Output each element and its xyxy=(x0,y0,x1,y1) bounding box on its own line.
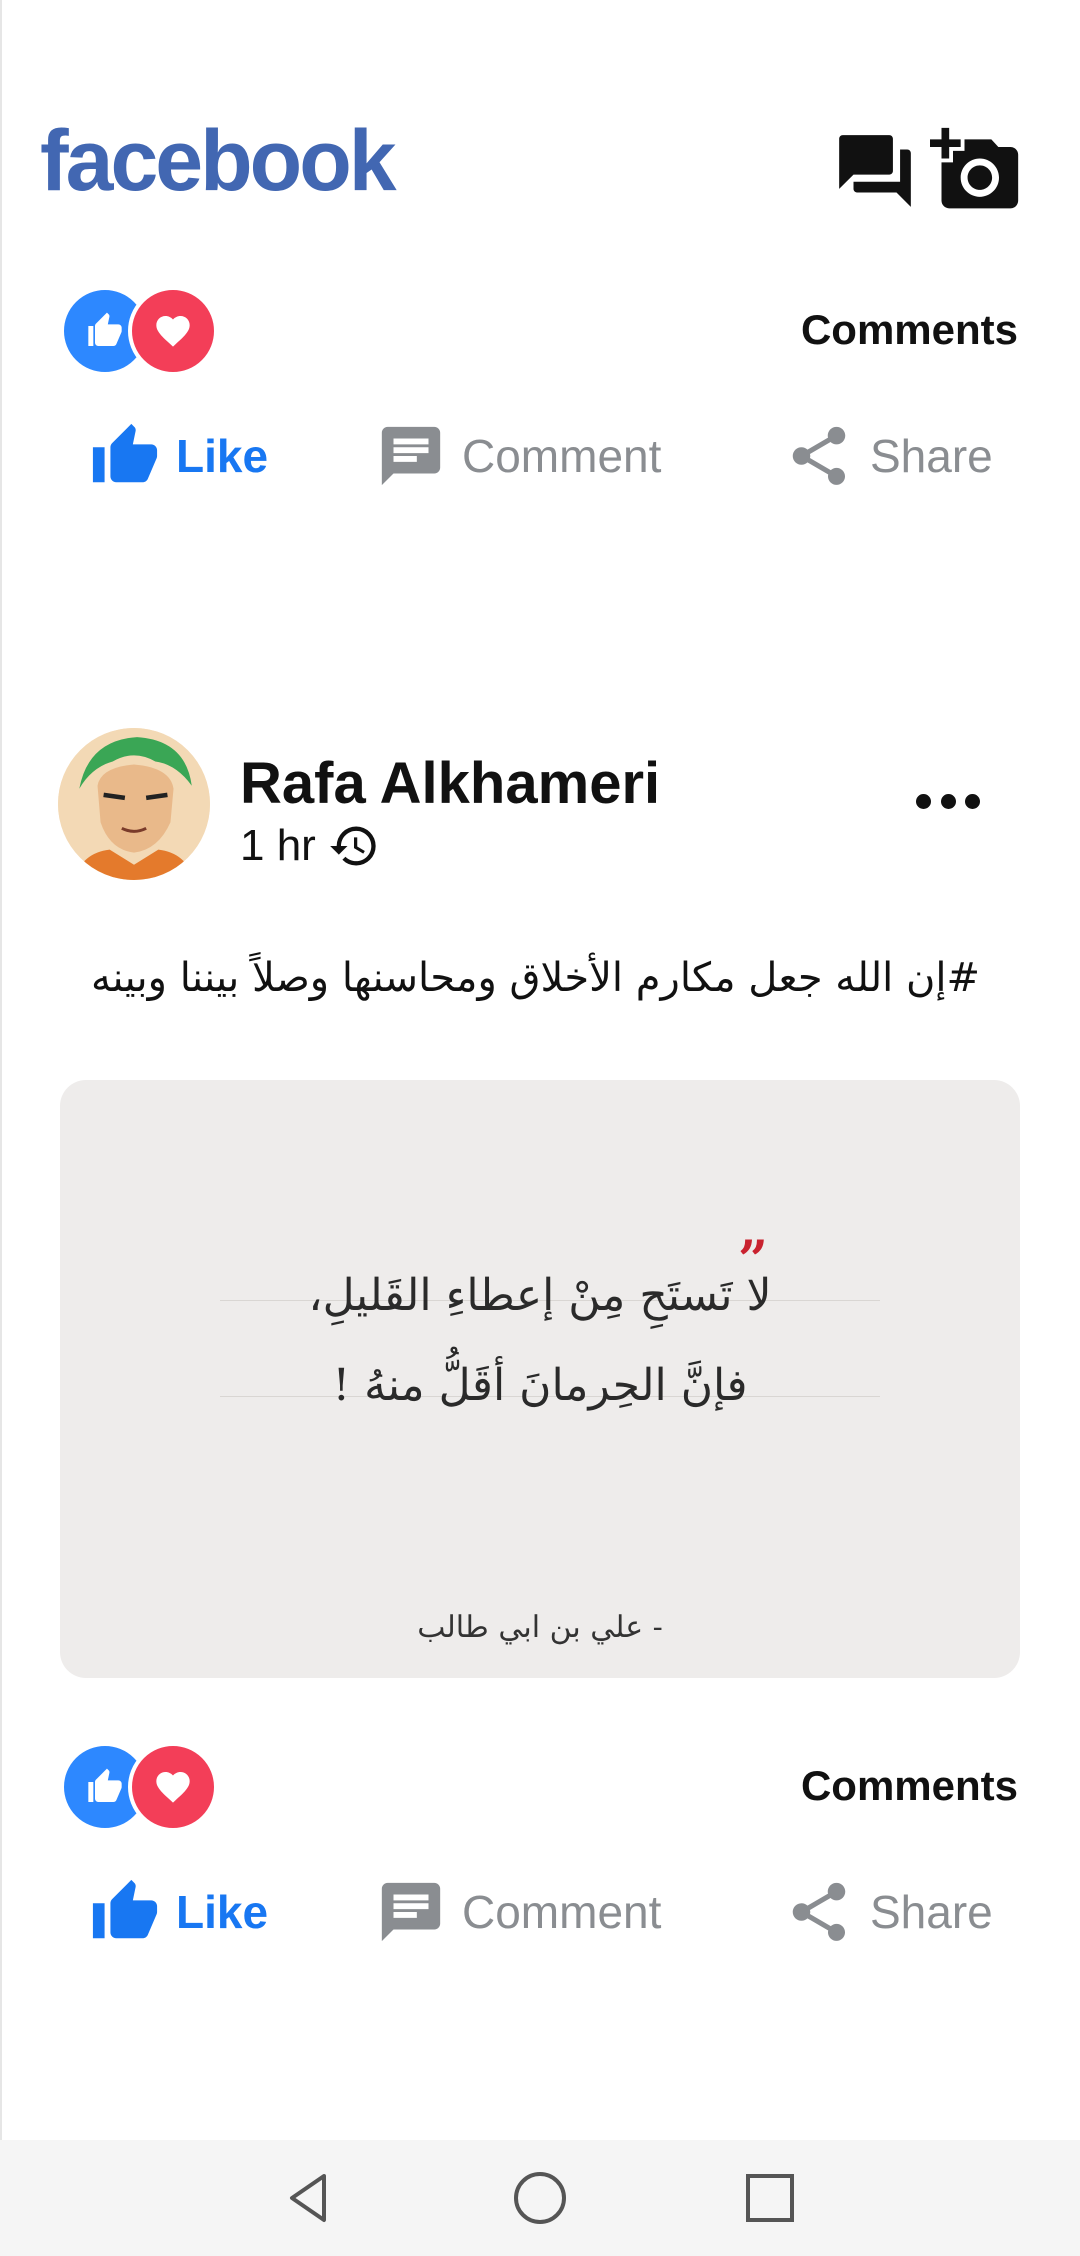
love-reaction-icon xyxy=(128,286,218,376)
author-name[interactable]: Rafa Alkhameri xyxy=(240,750,660,817)
comment-label: Comment xyxy=(462,430,662,482)
messenger-chat-icon[interactable] xyxy=(832,128,918,214)
recents-icon[interactable] xyxy=(740,2168,800,2228)
share-button[interactable]: Share xyxy=(784,406,993,506)
screen: facebook Comments Like Comment Share Raf… xyxy=(0,0,1080,2256)
reactions-bar: Comments xyxy=(60,282,1020,378)
reactions-bar: Comments xyxy=(60,1738,1020,1834)
post-actions-bar: Like Comment Share xyxy=(0,406,1080,506)
like-label: Like xyxy=(176,430,269,482)
share-button[interactable]: Share xyxy=(784,1862,993,1962)
thumbs-up-icon xyxy=(90,421,160,491)
comments-link[interactable]: Comments xyxy=(801,1762,1018,1810)
share-icon xyxy=(784,421,854,491)
post-text: #إن الله جعل مكارم الأخلاق ومحاسنها وصلا… xyxy=(90,955,980,1001)
avatar[interactable] xyxy=(58,728,210,880)
share-icon xyxy=(784,1877,854,1947)
time-label: 1 hr xyxy=(240,821,316,870)
reaction-badges[interactable] xyxy=(60,282,220,376)
post-header: Rafa Alkhameri 1 hr xyxy=(0,728,1080,888)
comment-label: Comment xyxy=(462,1886,662,1938)
app-header: facebook xyxy=(0,0,1080,250)
reaction-badges[interactable] xyxy=(60,1738,220,1832)
comment-icon xyxy=(376,421,446,491)
post-timestamp: 1 hr xyxy=(240,820,380,872)
like-label: Like xyxy=(176,1886,269,1938)
history-clock-icon xyxy=(328,820,380,872)
comments-link[interactable]: Comments xyxy=(801,306,1018,354)
love-reaction-icon xyxy=(128,1742,218,1832)
comment-button[interactable]: Comment xyxy=(376,406,661,506)
home-icon[interactable] xyxy=(510,2168,570,2228)
quote-author: - علي بن ابي طالب xyxy=(417,1610,663,1645)
post-actions-bar: Like Comment Share xyxy=(0,1862,1080,1962)
facebook-logo[interactable]: facebook xyxy=(40,118,397,204)
add-photo-camera-icon[interactable] xyxy=(930,124,1022,216)
back-icon[interactable] xyxy=(280,2168,340,2228)
share-label: Share xyxy=(870,1886,993,1938)
comment-icon xyxy=(376,1877,446,1947)
post-image[interactable]: ” لا تَستَحِ مِنْ إعطاءِ القَليلِ، فإنَّ… xyxy=(60,1080,1020,1678)
thumbs-up-icon xyxy=(90,1877,160,1947)
comment-button[interactable]: Comment xyxy=(376,1862,661,1962)
like-button[interactable]: Like xyxy=(90,1862,268,1962)
quote-line-1: لا تَستَحِ مِنْ إعطاءِ القَليلِ، xyxy=(308,1270,772,1321)
system-navigation-bar xyxy=(0,2140,1080,2256)
more-options-icon[interactable] xyxy=(916,786,980,816)
share-label: Share xyxy=(870,430,993,482)
quote-line-2: فإنَّ الحِرمانَ أقَلُّ منهُ ! xyxy=(332,1360,748,1411)
like-button[interactable]: Like xyxy=(90,406,268,506)
